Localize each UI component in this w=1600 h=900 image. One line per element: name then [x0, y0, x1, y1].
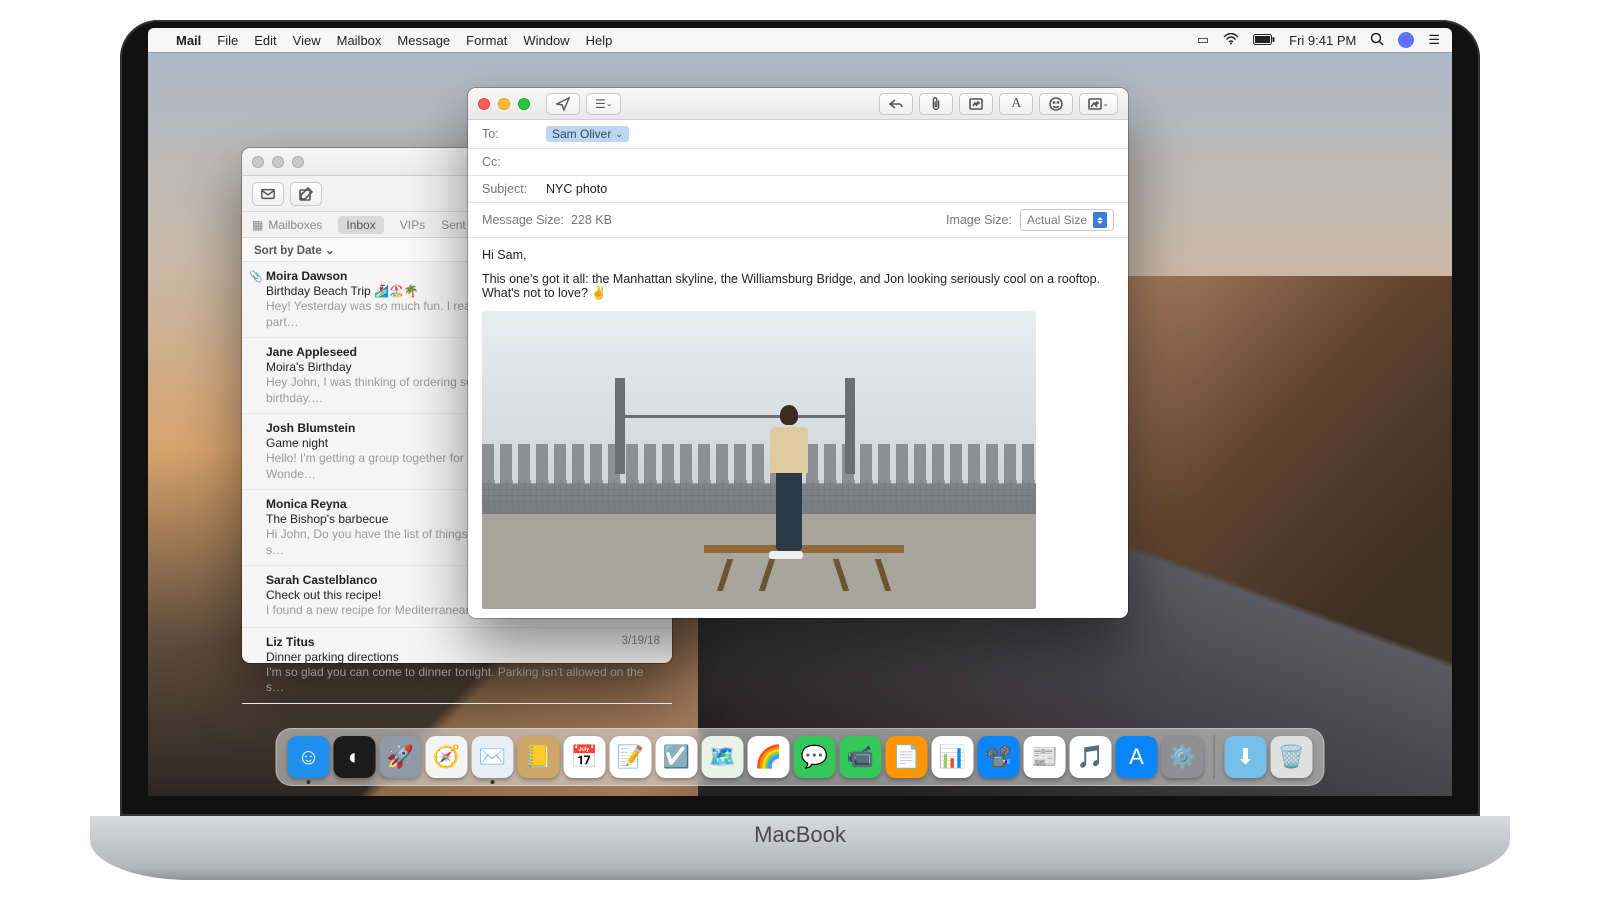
format-button[interactable]: A	[999, 93, 1033, 115]
menubar: Mail File Edit View Mailbox Message Form…	[148, 28, 1452, 52]
dock-mail[interactable]: ✉️	[472, 736, 514, 778]
desktop: Mail File Edit View Mailbox Message Form…	[148, 28, 1452, 796]
menu-file[interactable]: File	[217, 33, 238, 48]
chevron-down-icon: ⌄	[615, 129, 623, 140]
image-size-label: Image Size:	[946, 213, 1012, 227]
dock-calendar[interactable]: 📅	[564, 736, 606, 778]
get-mail-button[interactable]	[252, 182, 284, 206]
message-preview: I'm so glad you can come to dinner tonig…	[266, 665, 660, 695]
message-date: 3/19/18	[622, 635, 660, 649]
menu-help[interactable]: Help	[586, 33, 613, 48]
image-size-select[interactable]: Actual Size	[1020, 209, 1114, 231]
menu-mailbox[interactable]: Mailbox	[337, 33, 382, 48]
dock-separator	[1214, 735, 1215, 779]
message-sender: Liz Titus	[266, 635, 314, 649]
message-sender: Jane Appleseed	[266, 345, 357, 359]
cc-label: Cc:	[482, 155, 538, 169]
dock-pages[interactable]: 📄	[886, 736, 928, 778]
dock-launchpad[interactable]: 🚀	[380, 736, 422, 778]
notification-center-icon[interactable]: ☰	[1428, 32, 1440, 48]
tab-mailboxes[interactable]: ▦ Mailboxes	[252, 218, 322, 232]
dock-siri[interactable]: ◐	[334, 736, 376, 778]
dock-keynote[interactable]: 📽️	[978, 736, 1020, 778]
airplay-icon[interactable]: ▭	[1197, 32, 1209, 48]
attached-photo[interactable]	[482, 311, 1036, 609]
compose-titlebar[interactable]: ☰ ⌄ A ⌄	[468, 88, 1128, 120]
dock-finder[interactable]: ☺	[288, 736, 330, 778]
battery-icon[interactable]	[1253, 33, 1275, 48]
dock-appstore[interactable]: A	[1116, 736, 1158, 778]
menu-edit[interactable]: Edit	[254, 33, 276, 48]
spotlight-icon[interactable]	[1370, 32, 1384, 49]
laptop-hinge: MacBook	[90, 816, 1510, 880]
message-size-label: Message Size:	[482, 213, 564, 227]
menu-format[interactable]: Format	[466, 33, 507, 48]
close-button[interactable]	[252, 156, 264, 168]
dock-preferences[interactable]: ⚙️	[1162, 736, 1204, 778]
dock-downloads[interactable]: ⬇︎	[1225, 736, 1267, 778]
zoom-button[interactable]	[518, 98, 530, 110]
message-sender: Moira Dawson	[266, 269, 347, 283]
zoom-button[interactable]	[292, 156, 304, 168]
body-paragraph: This one's got it all: the Manhattan sky…	[482, 272, 1114, 301]
tab-inbox[interactable]: Inbox	[338, 216, 383, 234]
dock-itunes[interactable]: 🎵	[1070, 736, 1112, 778]
dock-messages[interactable]: 💬	[794, 736, 836, 778]
dock-safari[interactable]: 🧭	[426, 736, 468, 778]
message-body[interactable]: Hi Sam, This one's got it all: the Manha…	[468, 238, 1128, 619]
subject-value[interactable]: NYC photo	[546, 182, 607, 196]
stepper-icon	[1093, 212, 1107, 228]
dock-notes[interactable]: 📝	[610, 736, 652, 778]
dock-trash[interactable]: 🗑️	[1271, 736, 1313, 778]
message-sender: Monica Reyna	[266, 497, 347, 511]
minimize-button[interactable]	[498, 98, 510, 110]
header-fields-button[interactable]: ☰ ⌄	[586, 93, 621, 115]
close-button[interactable]	[478, 98, 490, 110]
markup-button[interactable]	[959, 93, 993, 115]
subject-label: Subject:	[482, 182, 538, 196]
photo-browser-button[interactable]: ⌄	[1079, 93, 1118, 115]
compose-window: ☰ ⌄ A ⌄ To: Sam Oliver⌄ Cc:	[468, 88, 1128, 618]
dock-maps[interactable]: 🗺️	[702, 736, 744, 778]
chevron-down-icon: ⌄	[325, 245, 335, 257]
compose-button[interactable]	[290, 182, 322, 206]
cc-field[interactable]: Cc:	[468, 149, 1128, 176]
tab-sent[interactable]: Sent	[441, 218, 466, 232]
to-field[interactable]: To: Sam Oliver⌄	[468, 120, 1128, 149]
subject-field[interactable]: Subject: NYC photo	[468, 176, 1128, 203]
attachment-icon: 📎	[249, 270, 263, 283]
send-button[interactable]	[546, 93, 580, 115]
dock-reminders[interactable]: ☑️	[656, 736, 698, 778]
message-row[interactable]: Liz Titus 3/19/18Dinner parking direction…	[242, 628, 672, 704]
attachment-info-row: Message Size: 228 KB Image Size: Actual …	[468, 203, 1128, 238]
tab-vips[interactable]: VIPs	[400, 218, 425, 232]
recipient-token[interactable]: Sam Oliver⌄	[546, 126, 629, 142]
reply-button[interactable]	[879, 93, 913, 115]
dock-numbers[interactable]: 📊	[932, 736, 974, 778]
message-subject: Dinner parking directions	[266, 649, 660, 665]
attach-button[interactable]	[919, 93, 953, 115]
body-greeting: Hi Sam,	[482, 248, 1114, 262]
to-label: To:	[482, 127, 538, 141]
sort-button[interactable]: Sort by Date ⌄	[254, 243, 335, 257]
siri-icon[interactable]	[1398, 32, 1414, 48]
wifi-icon[interactable]	[1223, 33, 1239, 48]
dock: ☺◐🚀🧭✉️📒📅📝☑️🗺️🌈💬📹📄📊📽️📰🎵A⚙️ ⬇︎🗑️	[276, 728, 1325, 786]
message-sender: Josh Blumstein	[266, 421, 355, 435]
menu-view[interactable]: View	[293, 33, 321, 48]
menu-window[interactable]: Window	[523, 33, 569, 48]
minimize-button[interactable]	[272, 156, 284, 168]
menu-message[interactable]: Message	[397, 33, 450, 48]
message-sender: Sarah Castelblanco	[266, 573, 377, 587]
app-menu[interactable]: Mail	[176, 33, 201, 48]
dock-photos[interactable]: 🌈	[748, 736, 790, 778]
menubar-clock[interactable]: Fri 9:41 PM	[1289, 33, 1356, 48]
message-size-value: 228 KB	[571, 213, 612, 227]
emoji-button[interactable]	[1039, 93, 1073, 115]
dock-contacts[interactable]: 📒	[518, 736, 560, 778]
dock-news[interactable]: 📰	[1024, 736, 1066, 778]
dock-facetime[interactable]: 📹	[840, 736, 882, 778]
